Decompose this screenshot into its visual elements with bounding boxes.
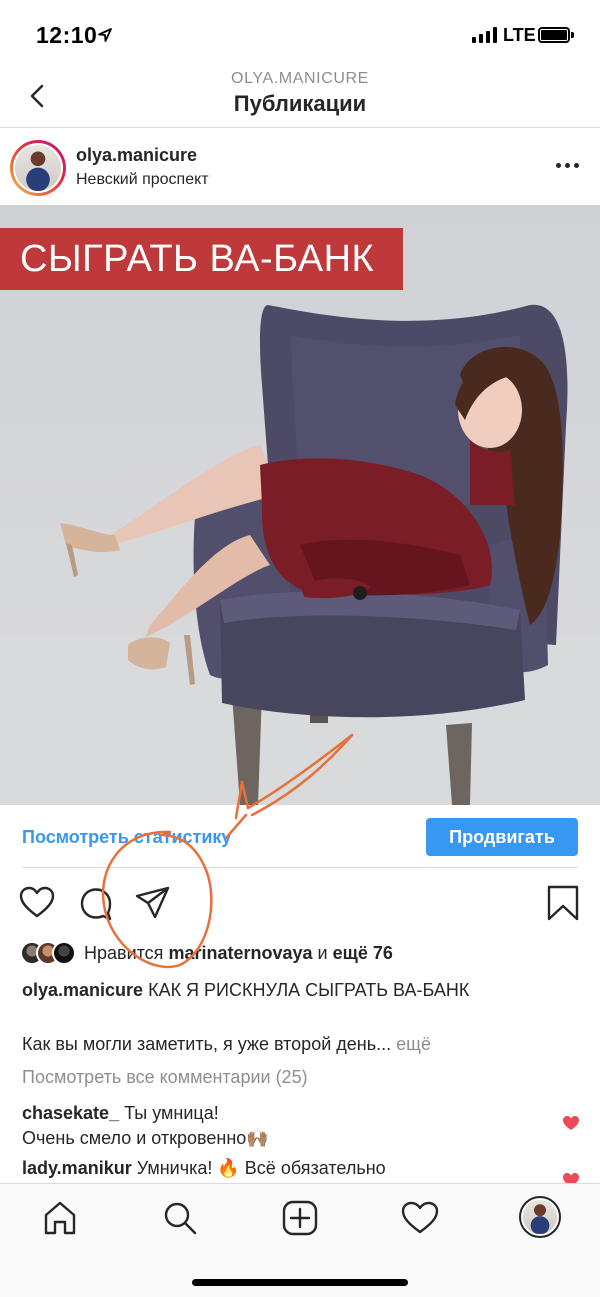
home-indicator [192, 1279, 408, 1286]
comment-item: lady.manikur Умничка! 🔥 Всё обязательно [22, 1158, 386, 1178]
photo-banner-text: СЫГРАТЬ ВА-БАНК [0, 228, 403, 290]
battery-cap [571, 32, 574, 38]
post-photo[interactable]: СЫГРАТЬ ВА-БАНК [0, 205, 600, 805]
page-title: Публикации [233, 91, 367, 116]
network-label: LTE [503, 25, 536, 45]
photo-illustration [0, 304, 600, 805]
liker-username[interactable]: marinaternovaya [168, 943, 312, 963]
view-insights-link[interactable]: Посмотреть статистику [22, 827, 231, 848]
liker-avatar [52, 941, 76, 965]
likes-text: Нравится marinaternovaya и ещё 76 [84, 942, 393, 963]
promote-button[interactable]: Продвигать [426, 818, 578, 856]
post-location[interactable]: Невский проспект [76, 171, 209, 189]
comment-icon[interactable] [77, 884, 115, 922]
comment-item: chasekate_ Ты умница! Очень смело и откр… [22, 1103, 269, 1148]
likes-count[interactable]: ещё 76 [333, 943, 393, 963]
caption: olya.manicure КАК Я РИСКНУЛА СЫГРАТЬ ВА-… [22, 980, 469, 1001]
profile-tab-avatar[interactable] [519, 1196, 561, 1238]
caption-username[interactable]: olya.manicure [22, 980, 143, 1000]
stats-row: Посмотреть статистику Продвигать [0, 805, 600, 869]
activity-heart-icon[interactable] [400, 1198, 440, 1238]
view-all-comments-link[interactable]: Посмотреть все комментарии (25) [22, 1067, 308, 1088]
like-heart-icon[interactable] [18, 884, 56, 922]
status-bar: 12:10 LTE [0, 0, 600, 66]
avatar-image [15, 145, 61, 191]
nav-subtitle: OLYA.MANICURE [231, 70, 369, 87]
location-arrow-icon [98, 28, 112, 42]
search-icon[interactable] [160, 1198, 200, 1238]
comment-username[interactable]: chasekate_ [22, 1103, 119, 1123]
new-post-icon[interactable] [280, 1198, 320, 1238]
more-options-button[interactable] [552, 155, 582, 175]
divider [22, 867, 578, 868]
nav-header: OLYA.MANICURE Публикации [0, 66, 600, 128]
caption-more-link[interactable]: ещё [396, 1034, 431, 1054]
likes-row[interactable]: Нравится marinaternovaya и ещё 76 [20, 940, 393, 966]
status-time: 12:10 [36, 22, 98, 48]
battery-icon [538, 27, 570, 43]
home-icon[interactable] [40, 1198, 80, 1238]
comment-like-heart-icon[interactable] [562, 1115, 580, 1131]
save-bookmark-icon[interactable] [544, 884, 582, 922]
caption-body: Как вы могли заметить, я уже второй день… [22, 1034, 431, 1054]
avatar[interactable] [10, 140, 66, 196]
post-header: olya.manicure Невский проспект [0, 129, 600, 205]
caption-text: КАК Я РИСКНУЛА СЫГРАТЬ ВА-БАНК [148, 980, 470, 1000]
share-direct-icon[interactable] [134, 884, 172, 922]
post-username[interactable]: olya.manicure [76, 145, 197, 166]
signal-icon [472, 27, 497, 43]
comment-username[interactable]: lady.manikur [22, 1158, 132, 1178]
